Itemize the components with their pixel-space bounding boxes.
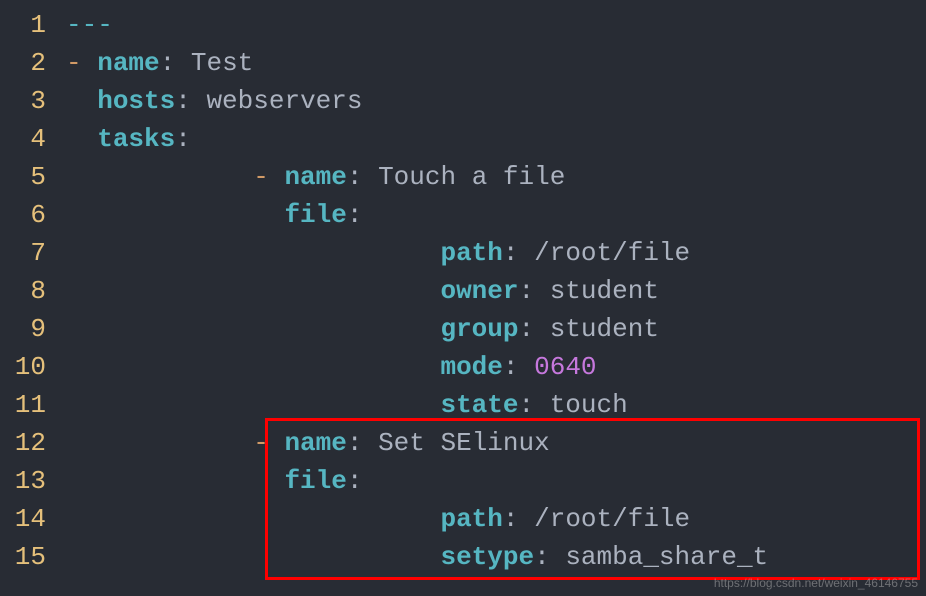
token: webservers [206, 86, 362, 116]
token [66, 542, 440, 572]
code-line[interactable]: owner: student [66, 272, 926, 310]
code-line[interactable]: group: student [66, 310, 926, 348]
token [66, 504, 440, 534]
code-line[interactable]: path: /root/file [66, 500, 926, 538]
token: owner [440, 276, 518, 306]
line-number: 7 [8, 234, 46, 272]
line-number: 12 [8, 424, 46, 462]
token: path [440, 504, 502, 534]
token: --- [66, 10, 113, 40]
token [66, 352, 440, 382]
token: mode [440, 352, 502, 382]
code-line[interactable]: - name: Test [66, 44, 926, 82]
token: samba_share_t [565, 542, 768, 572]
token [66, 276, 440, 306]
code-line[interactable]: tasks: [66, 120, 926, 158]
token: : [518, 314, 549, 344]
line-number: 4 [8, 120, 46, 158]
token: file [284, 466, 346, 496]
token [66, 124, 97, 154]
code-line[interactable]: file: [66, 196, 926, 234]
token: - [66, 48, 97, 78]
token: tasks [97, 124, 175, 154]
line-number: 9 [8, 310, 46, 348]
token: : [347, 428, 378, 458]
token: : [503, 238, 534, 268]
code-line[interactable]: - name: Touch a file [66, 158, 926, 196]
token: : [175, 86, 206, 116]
token: : [518, 276, 549, 306]
token [66, 314, 440, 344]
token: : [503, 352, 534, 382]
token [66, 390, 440, 420]
token [66, 200, 284, 230]
token: : [175, 124, 191, 154]
line-number: 13 [8, 462, 46, 500]
token: name [97, 48, 159, 78]
token: hosts [97, 86, 175, 116]
code-area[interactable]: ---- name: Test hosts: webservers tasks:… [58, 0, 926, 596]
line-gutter: 123456789101112131415 [0, 0, 58, 596]
token: /root/file [534, 238, 690, 268]
token: - [66, 162, 284, 192]
line-number: 14 [8, 500, 46, 538]
watermark-text: https://blog.csdn.net/weixin_46146755 [714, 576, 918, 590]
code-line[interactable]: path: /root/file [66, 234, 926, 272]
token: student [550, 276, 659, 306]
token: /root/file [534, 504, 690, 534]
token: Set SElinux [378, 428, 550, 458]
line-number: 10 [8, 348, 46, 386]
line-number: 2 [8, 44, 46, 82]
token: : [518, 390, 549, 420]
token [66, 238, 440, 268]
token: file [284, 200, 346, 230]
token: : [347, 466, 363, 496]
code-line[interactable]: setype: samba_share_t [66, 538, 926, 576]
line-number: 5 [8, 158, 46, 196]
token [66, 86, 97, 116]
line-number: 15 [8, 538, 46, 576]
token: Touch a file [378, 162, 565, 192]
token: 0640 [534, 352, 596, 382]
code-line[interactable]: mode: 0640 [66, 348, 926, 386]
code-line[interactable]: hosts: webservers [66, 82, 926, 120]
token: Test [191, 48, 253, 78]
token: setype [440, 542, 534, 572]
line-number: 3 [8, 82, 46, 120]
code-line[interactable]: file: [66, 462, 926, 500]
code-line[interactable]: - name: Set SElinux [66, 424, 926, 462]
token: name [284, 428, 346, 458]
token: state [440, 390, 518, 420]
token: touch [550, 390, 628, 420]
code-line[interactable]: state: touch [66, 386, 926, 424]
token: : [503, 504, 534, 534]
line-number: 11 [8, 386, 46, 424]
token: : [347, 200, 363, 230]
token: : [534, 542, 565, 572]
token [66, 466, 284, 496]
code-editor[interactable]: 123456789101112131415 ---- name: Test ho… [0, 0, 926, 596]
token: path [440, 238, 502, 268]
line-number: 6 [8, 196, 46, 234]
token: - [66, 428, 284, 458]
token: group [440, 314, 518, 344]
token: student [550, 314, 659, 344]
token: name [284, 162, 346, 192]
line-number: 8 [8, 272, 46, 310]
token: : [160, 48, 191, 78]
token: : [347, 162, 378, 192]
code-line[interactable]: --- [66, 6, 926, 44]
line-number: 1 [8, 6, 46, 44]
